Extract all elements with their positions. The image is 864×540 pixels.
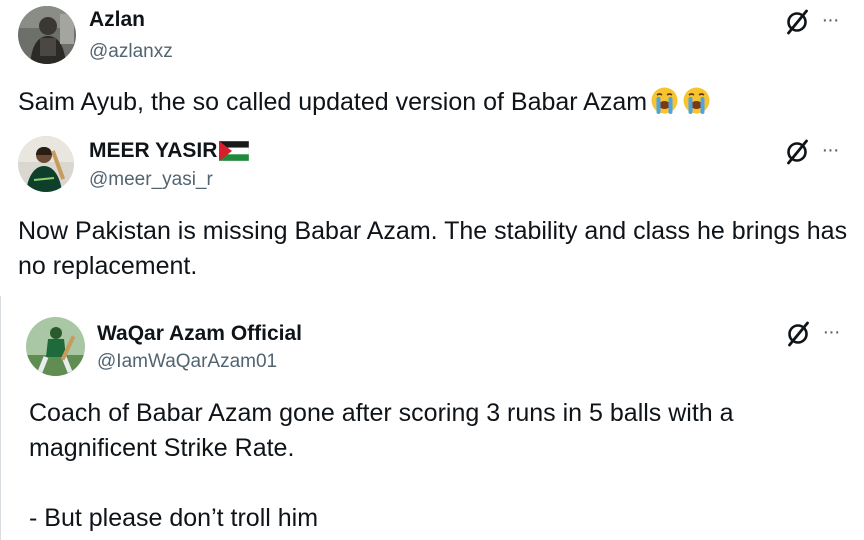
- grok-icon[interactable]: [783, 138, 811, 166]
- author-name-text[interactable]: MEER YASIR: [89, 139, 217, 163]
- grok-icon[interactable]: [784, 320, 812, 348]
- author-handle[interactable]: @IamWaQarAzam01: [97, 351, 277, 373]
- more-options-icon[interactable]: ···: [817, 140, 843, 160]
- avatar[interactable]: [26, 317, 85, 376]
- post-text: Coach of Babar Azam gone after scoring 3…: [29, 399, 734, 532]
- author-name[interactable]: Azlan: [89, 8, 145, 32]
- more-options-icon[interactable]: ···: [817, 10, 843, 30]
- loudly-crying-face-icon: [682, 86, 711, 115]
- post-text: Now Pakistan is missing Babar Azam. The …: [18, 217, 848, 280]
- avatar[interactable]: [18, 136, 74, 192]
- author-handle[interactable]: @meer_yasi_r: [89, 169, 213, 191]
- post-meer-yasir[interactable]: MEER YASIR @meer_yasi_r ··· Now Pakistan…: [0, 130, 864, 290]
- post-text-content: Saim Ayub, the so called updated version…: [18, 88, 648, 116]
- author-handle[interactable]: @azlanxz: [89, 41, 173, 63]
- author-name[interactable]: MEER YASIR: [89, 139, 250, 163]
- palestine-flag-icon: [219, 140, 250, 162]
- post-text: Saim Ayub, the so called updated version…: [18, 85, 848, 120]
- grok-icon[interactable]: [783, 8, 811, 36]
- more-options-icon[interactable]: ···: [818, 322, 844, 342]
- author-name[interactable]: WaQar Azam Official: [97, 322, 302, 346]
- loudly-crying-face-icon: [650, 86, 679, 115]
- post-waqar-azam[interactable]: WaQar Azam Official @IamWaQarAzam01 ··· …: [0, 296, 864, 540]
- post-azlan[interactable]: Azlan @azlanxz ··· Saim Ayub, the so cal…: [0, 0, 864, 130]
- avatar[interactable]: [18, 6, 76, 64]
